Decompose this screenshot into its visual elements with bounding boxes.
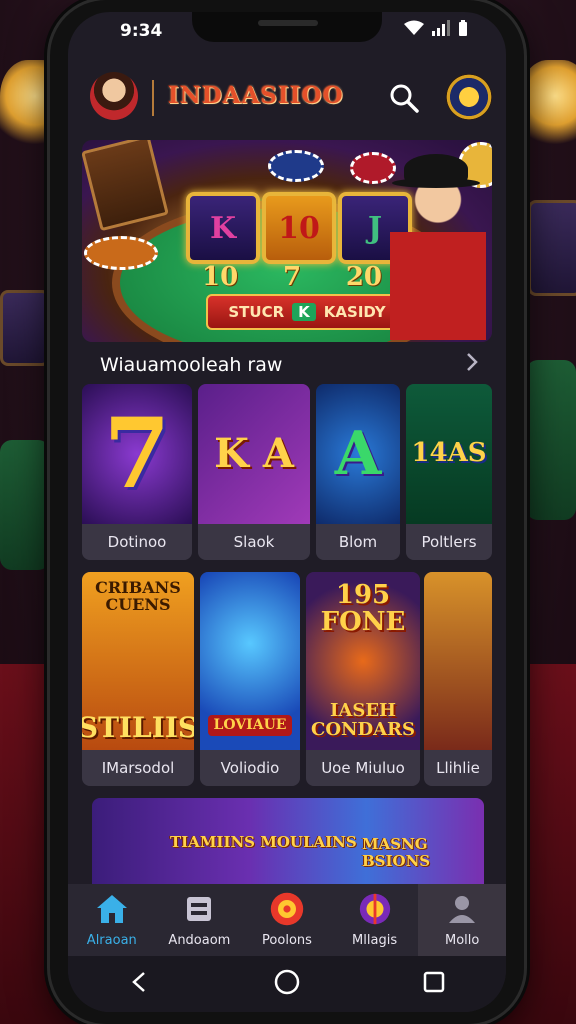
game-card-7[interactable]: 195 FONE IASEH CONDARS Uoe Miuluo bbox=[306, 572, 420, 786]
wifi-icon bbox=[404, 20, 424, 40]
game-art-text-1: 7 bbox=[103, 396, 171, 510]
home-icon bbox=[94, 891, 130, 927]
section-header[interactable]: Wiauamooleah raw bbox=[82, 338, 492, 386]
notch bbox=[192, 12, 382, 42]
game-art-top-5: CRIBANS CUENS bbox=[95, 578, 181, 614]
game-art-top-7: 195 FONE bbox=[320, 580, 406, 638]
phone-screen: 9:34 INDAASIIOO K 10 J 10 7 20 STUCR K K… bbox=[68, 12, 506, 1012]
chip-icon bbox=[357, 891, 393, 927]
nav-label-roulette: Poolons bbox=[262, 933, 312, 948]
table-right bbox=[526, 360, 576, 520]
game-card-5[interactable]: CRIBANS CUENS STILIIS IMarsodol bbox=[82, 572, 194, 786]
game-card-8[interactable]: Llihlie bbox=[424, 572, 492, 786]
nav-item-profile[interactable]: Mollo bbox=[418, 884, 506, 956]
dealer-hat bbox=[392, 154, 480, 188]
table-left bbox=[0, 440, 50, 570]
game-card-3[interactable]: A Blom bbox=[316, 384, 400, 560]
game-label-5: IMarsodol bbox=[82, 750, 194, 786]
roulette-icon bbox=[269, 891, 305, 927]
status-icons bbox=[404, 20, 468, 40]
nav-label-chip: Mllagis bbox=[352, 933, 398, 948]
chip-stack-orange bbox=[84, 236, 158, 270]
nav-label-home: Alraoan bbox=[86, 933, 137, 948]
game-art-text-2: K A bbox=[214, 430, 294, 477]
reel-number-3: 20 bbox=[345, 262, 382, 292]
bottom-nav: Alraoan Andoaom Poolons Mllagis Mollo bbox=[68, 884, 506, 956]
game-art-2: K A bbox=[198, 384, 310, 524]
nav-item-film[interactable]: Andoaom bbox=[156, 884, 244, 956]
nav-item-roulette[interactable]: Poolons bbox=[243, 884, 331, 956]
game-label-1: Dotinoo bbox=[82, 524, 192, 560]
game-label-7: Uoe Miuluo bbox=[306, 750, 420, 786]
game-card-4[interactable]: 14AS Poltlers bbox=[406, 384, 492, 560]
chip-box bbox=[82, 140, 169, 232]
game-art-text-3: A bbox=[334, 418, 382, 489]
system-nav-bar bbox=[68, 956, 506, 1012]
game-art-bottom-5: STILIIS bbox=[82, 710, 194, 744]
nav-label-profile: Mollo bbox=[444, 933, 480, 948]
profile-icon bbox=[444, 891, 480, 927]
game-card-6[interactable]: LOVIAUE Voliodio bbox=[200, 572, 300, 786]
coin-wallet-button[interactable] bbox=[446, 74, 492, 120]
reel-1: K bbox=[186, 192, 260, 264]
slot-machine-left bbox=[0, 290, 50, 366]
reel-2: 10 bbox=[262, 192, 336, 264]
game-card-1[interactable]: 7 Dotinoo bbox=[82, 384, 192, 560]
phone-frame: 9:34 INDAASIIOO K 10 J 10 7 20 STUCR K K… bbox=[50, 0, 524, 1024]
game-card-2[interactable]: K A Slaok bbox=[198, 384, 310, 560]
home-circle-icon[interactable] bbox=[274, 969, 300, 999]
game-art-bottom-7: IASEH CONDARS bbox=[311, 700, 415, 741]
signal-icon bbox=[431, 20, 451, 40]
game-art-7: 195 FONE IASEH CONDARS bbox=[306, 572, 420, 750]
battery-icon bbox=[458, 20, 468, 40]
hero-button-mid: K bbox=[292, 303, 316, 321]
game-label-4: Poltlers bbox=[406, 524, 492, 560]
search-icon bbox=[388, 84, 420, 118]
slot-machine-right bbox=[528, 200, 576, 296]
hero-play-button[interactable]: STUCR K KASIDY bbox=[206, 294, 408, 330]
game-art-8 bbox=[424, 572, 492, 750]
avatar[interactable] bbox=[90, 72, 138, 120]
hero-button-right: KASIDY bbox=[323, 303, 386, 321]
promo-text-left: TIAMIINS MOULAINS bbox=[170, 833, 357, 851]
brand-logo: INDAASIIOO bbox=[168, 82, 344, 109]
game-art-bottom-6: LOVIAUE bbox=[207, 715, 293, 736]
game-label-8: Llihlie bbox=[424, 750, 492, 786]
search-button[interactable] bbox=[388, 82, 420, 114]
reel-number-1: 10 bbox=[202, 262, 239, 292]
chip-stack-blue bbox=[268, 150, 324, 182]
reel-numbers: 10 7 20 bbox=[202, 262, 382, 292]
chevron-right-icon[interactable] bbox=[460, 350, 484, 374]
game-art-1: 7 bbox=[82, 384, 192, 524]
game-label-2: Slaok bbox=[198, 524, 310, 560]
game-art-6: LOVIAUE bbox=[200, 572, 300, 750]
hero-button-left: STUCR bbox=[228, 303, 285, 321]
game-art-5: CRIBANS CUENS STILIIS bbox=[82, 572, 194, 750]
promo-banner[interactable]: TIAMIINS MOULAINS MASNG BSIONS bbox=[92, 798, 484, 894]
status-time: 9:34 bbox=[120, 21, 163, 41]
hero-banner[interactable]: K 10 J 10 7 20 STUCR K KASIDY bbox=[82, 140, 492, 342]
header-divider bbox=[152, 80, 154, 116]
reel-number-2: 7 bbox=[282, 262, 302, 292]
game-label-6: Voliodio bbox=[200, 750, 300, 786]
nav-item-home[interactable]: Alraoan bbox=[68, 884, 156, 956]
game-art-3: A bbox=[316, 384, 400, 524]
game-art-4: 14AS bbox=[406, 384, 492, 524]
app-header: INDAASIIOO bbox=[68, 64, 506, 138]
game-art-text-4: 14AS bbox=[411, 438, 487, 469]
promo-text-right: MASNG BSIONS bbox=[362, 835, 431, 870]
nav-label-film: Andoaom bbox=[168, 933, 231, 948]
film-icon bbox=[181, 891, 217, 927]
section-title: Wiauamooleah raw bbox=[100, 354, 283, 376]
nav-item-chip[interactable]: Mllagis bbox=[331, 884, 419, 956]
recents-icon[interactable] bbox=[423, 971, 445, 997]
game-label-3: Blom bbox=[316, 524, 400, 560]
back-icon[interactable] bbox=[129, 971, 151, 997]
lamp-right bbox=[520, 60, 576, 150]
